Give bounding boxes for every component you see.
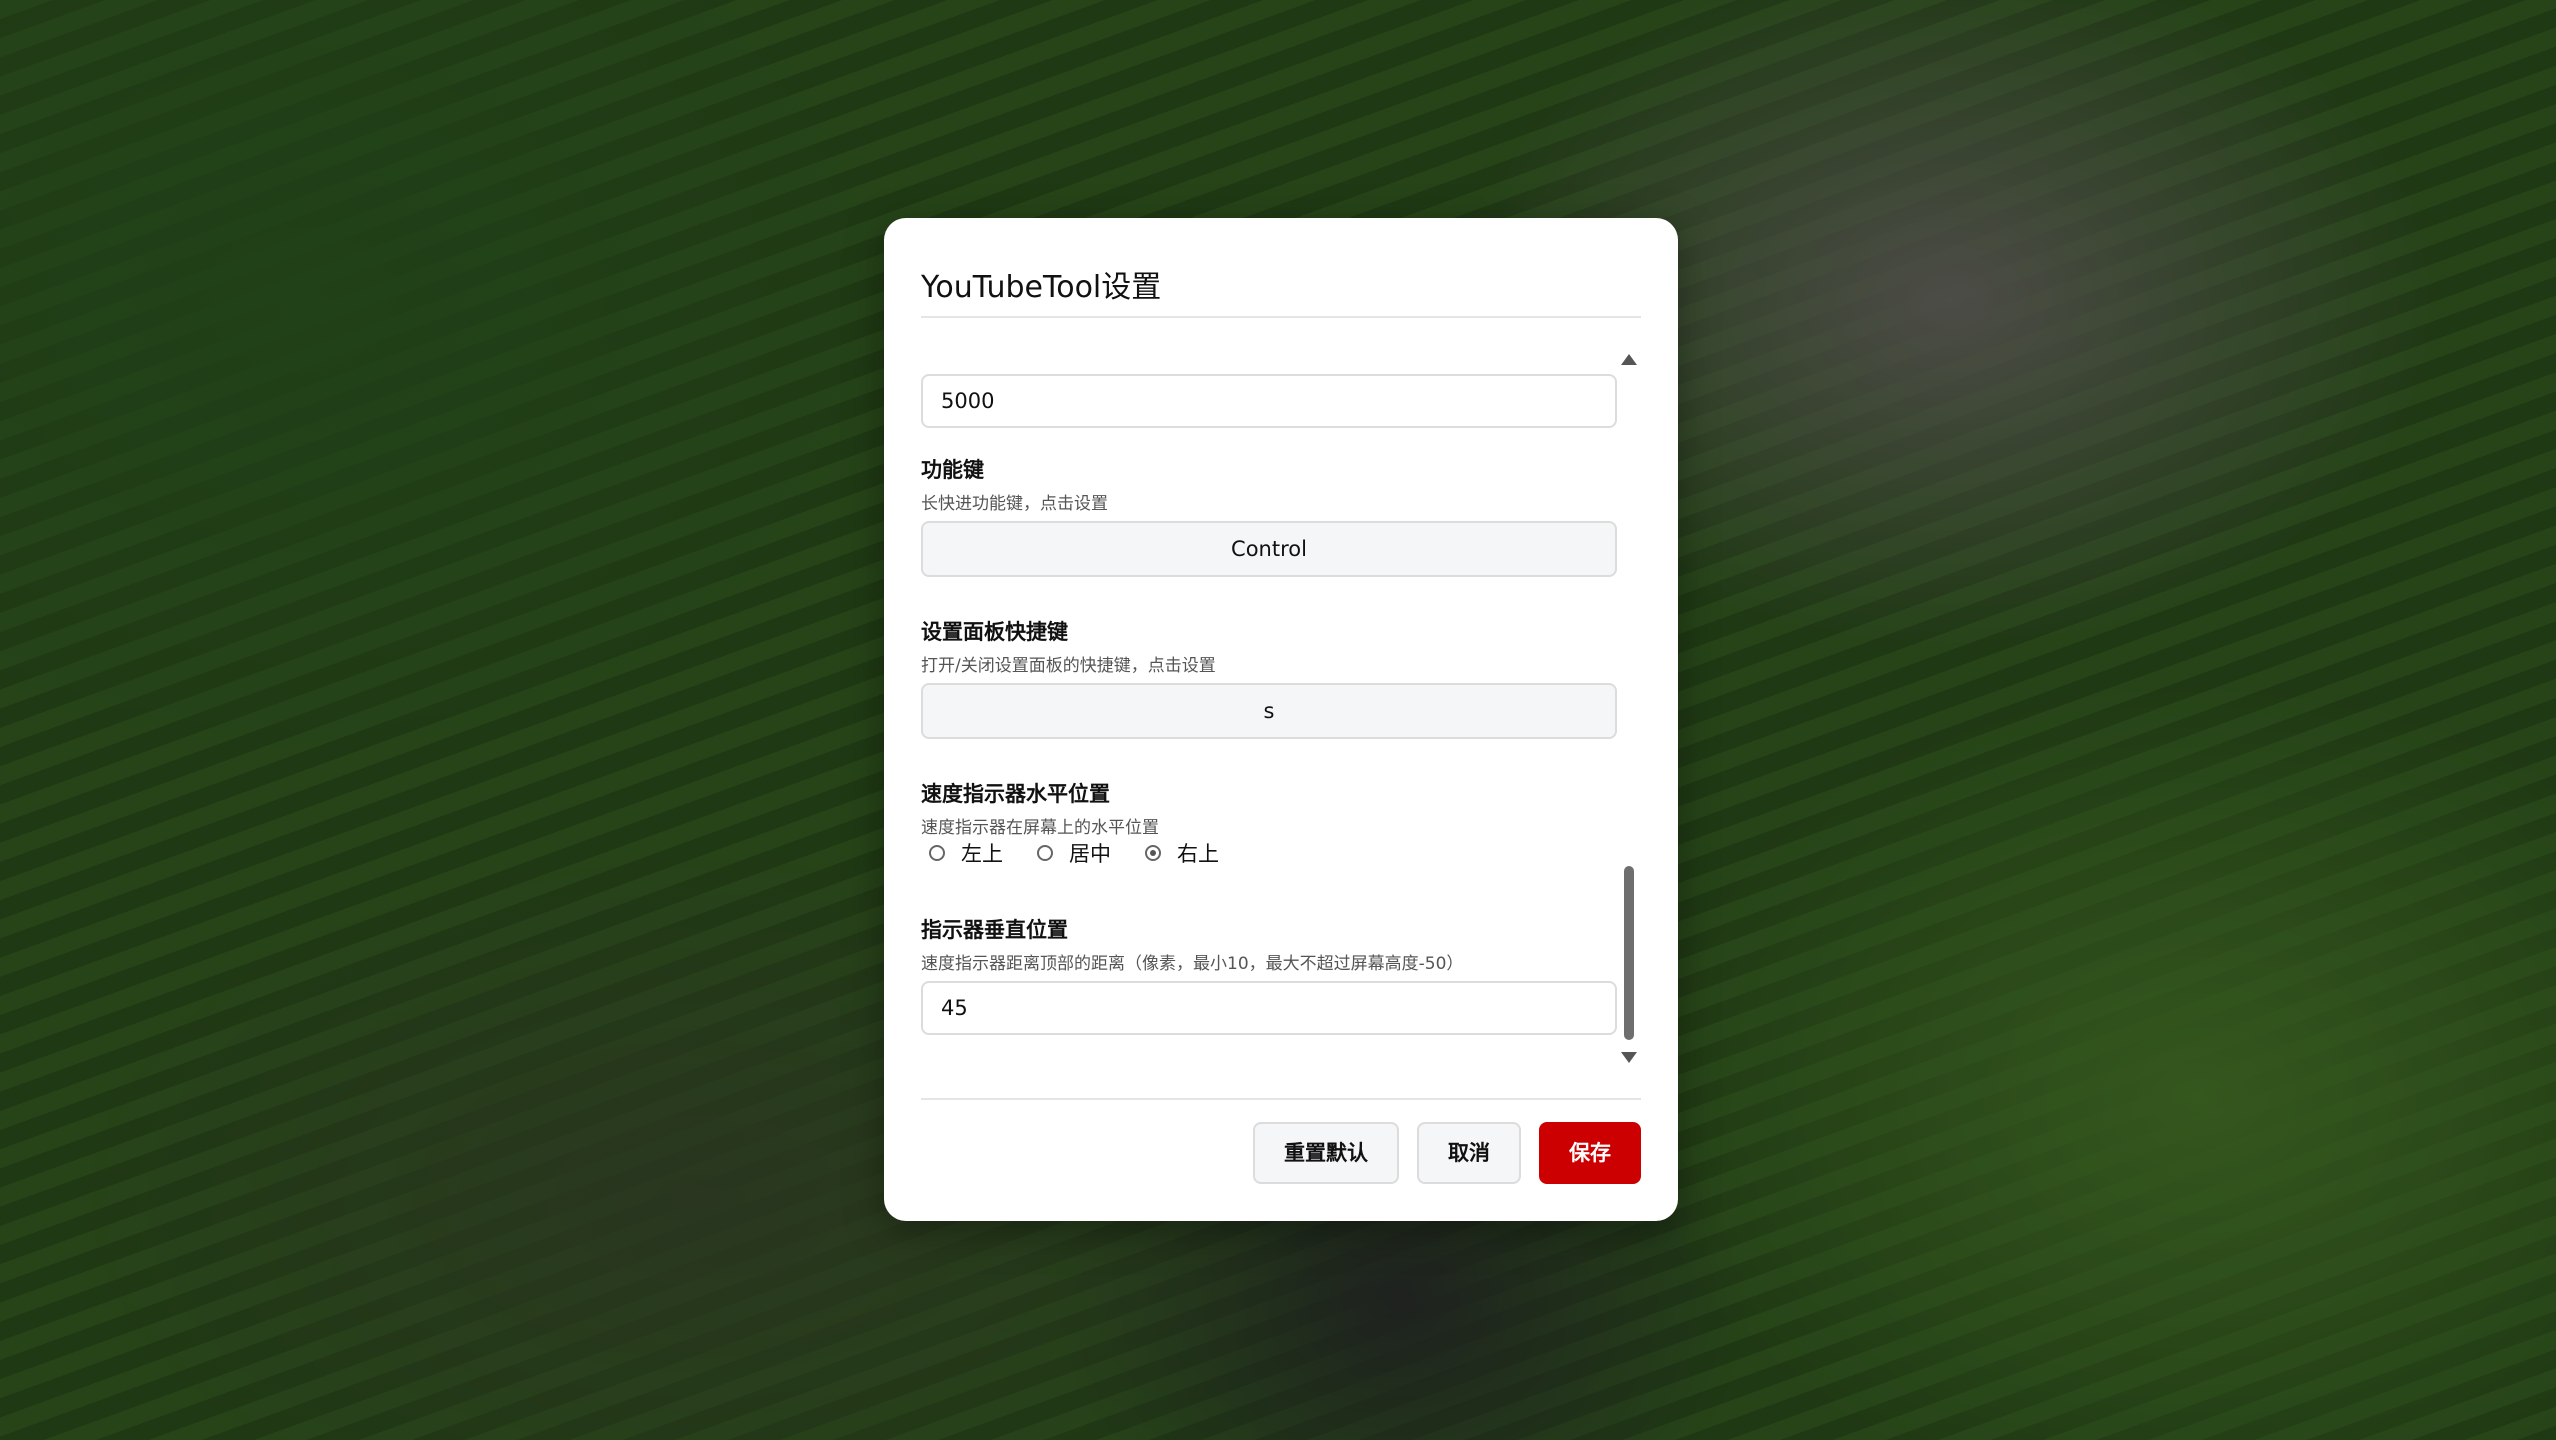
modifier-key-description: 长快进功能键，点击设置 xyxy=(921,494,1108,514)
indicator-horizontal-label: 速度指示器水平位置 xyxy=(921,782,1110,806)
modifier-key-button[interactable]: Control xyxy=(921,521,1617,577)
modifier-key-label: 功能键 xyxy=(921,458,984,482)
indicator-vertical-label: 指示器垂直位置 xyxy=(921,918,1068,942)
panel-shortcut-button[interactable]: s xyxy=(921,683,1617,739)
radio-label: 右上 xyxy=(1177,842,1219,866)
indicator-vertical-description: 速度指示器距离顶部的距离（像素，最小10，最大不超过屏幕高度-50） xyxy=(921,954,1464,974)
radio-option-center[interactable]: 居中 xyxy=(1037,838,1111,868)
radio-circle[interactable] xyxy=(1037,845,1053,861)
scrollbar-thumb[interactable] xyxy=(1624,866,1634,1040)
reset-defaults-button[interactable]: 重置默认 xyxy=(1253,1122,1399,1184)
radio-label: 居中 xyxy=(1069,842,1111,866)
indicator-horizontal-description: 速度指示器在屏幕上的水平位置 xyxy=(921,818,1159,838)
triangle-up-icon[interactable] xyxy=(1621,354,1637,365)
radio-circle-selected[interactable] xyxy=(1145,845,1161,861)
triangle-down-icon[interactable] xyxy=(1621,1052,1637,1063)
radio-option-top-right[interactable]: 右上 xyxy=(1145,838,1219,868)
radio-circle[interactable] xyxy=(929,845,945,861)
panel-shortcut-description: 打开/关闭设置面板的快捷键，点击设置 xyxy=(921,656,1216,676)
dialog-title: YouTubeTool设置 xyxy=(921,270,1162,305)
header-divider xyxy=(921,316,1641,318)
indicator-vertical-input[interactable]: 45 xyxy=(921,981,1617,1035)
footer-divider xyxy=(921,1098,1641,1100)
save-button[interactable]: 保存 xyxy=(1539,1122,1641,1184)
radio-option-top-left[interactable]: 左上 xyxy=(929,838,1003,868)
long-press-speed-input[interactable]: 5000 xyxy=(921,374,1617,428)
radio-label: 左上 xyxy=(961,842,1003,866)
settings-dialog: YouTubeTool设置 5000 功能键 长快进功能键，点击设置 Contr… xyxy=(884,218,1678,1221)
cancel-button[interactable]: 取消 xyxy=(1417,1122,1521,1184)
indicator-horizontal-radio-group: 左上 居中 右上 xyxy=(929,838,1253,868)
panel-shortcut-label: 设置面板快捷键 xyxy=(921,620,1068,644)
